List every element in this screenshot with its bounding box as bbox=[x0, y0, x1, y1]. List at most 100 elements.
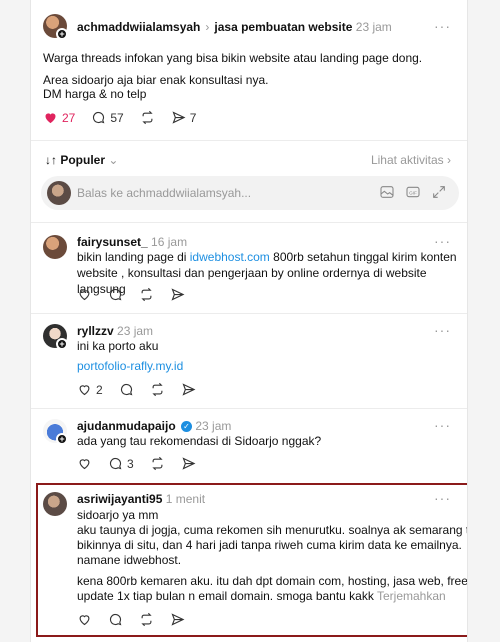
send-icon bbox=[182, 457, 196, 470]
reply-composer[interactable]: Balas ke achmaddwiialamsyah... GIF bbox=[41, 176, 459, 210]
comment-avatar[interactable] bbox=[43, 492, 67, 516]
divider bbox=[31, 313, 467, 314]
comment-text-part: bikin landing page di bbox=[77, 250, 190, 264]
more-icon[interactable]: ··· bbox=[434, 322, 451, 338]
op-line3: DM harga & no telp bbox=[43, 87, 147, 101]
comment-header: asriwijayanti95 1 menit bbox=[77, 492, 205, 506]
more-icon[interactable]: ··· bbox=[434, 233, 451, 249]
op-actions: 27 57 7 bbox=[43, 110, 196, 125]
comment-link[interactable]: idwebhost.com bbox=[190, 250, 270, 264]
like-button[interactable] bbox=[77, 612, 92, 627]
more-icon[interactable]: ··· bbox=[434, 490, 451, 506]
reply-button[interactable]: 57 bbox=[91, 110, 124, 125]
sort-label: ↓↑ Populer bbox=[45, 153, 106, 167]
comment-username[interactable]: ryllzzv bbox=[77, 324, 114, 338]
comment-line4: namane idwebhost. bbox=[77, 553, 182, 567]
comment-icon bbox=[109, 613, 122, 626]
like-button[interactable] bbox=[77, 287, 92, 302]
comment-time: 16 jam bbox=[151, 235, 188, 249]
share-button[interactable] bbox=[181, 456, 196, 471]
share-button[interactable]: 7 bbox=[171, 110, 197, 125]
activity-label: Lihat aktivitas bbox=[370, 153, 444, 167]
share-button[interactable] bbox=[170, 612, 185, 627]
like-button[interactable]: 2 bbox=[77, 382, 103, 397]
repost-button[interactable] bbox=[150, 382, 165, 397]
comment-line2: aku taunya di jogja, cuma rekomen sih me… bbox=[77, 523, 468, 537]
op-topic[interactable]: jasa pembuatan website bbox=[214, 20, 352, 34]
verified-badge-icon: ✓ bbox=[181, 421, 193, 433]
comment-time: 23 jam bbox=[195, 419, 232, 433]
comment-icon bbox=[120, 383, 133, 396]
follow-plus-icon[interactable]: + bbox=[56, 338, 68, 350]
comment-link[interactable]: portofolio-rafly.my.id bbox=[77, 358, 183, 374]
share-button[interactable] bbox=[170, 287, 185, 302]
comment-header: fairysunset_ 16 jam bbox=[77, 235, 187, 249]
comment-line6-text: update 1x tiap bulan n email domain. smo… bbox=[77, 589, 374, 603]
my-avatar bbox=[47, 181, 71, 205]
translate-link[interactable]: Terjemahkan bbox=[377, 589, 446, 603]
repost-icon bbox=[152, 456, 163, 471]
repost-icon bbox=[142, 110, 153, 125]
comment-avatar[interactable] bbox=[43, 235, 67, 259]
comment-line3: bikinnya di situ, dan 4 hari jadi tanpa … bbox=[77, 538, 462, 552]
like-button[interactable]: 27 bbox=[43, 110, 75, 125]
repost-button[interactable] bbox=[150, 456, 165, 471]
repost-icon bbox=[152, 382, 163, 397]
divider bbox=[31, 222, 467, 223]
comment-icon bbox=[93, 111, 105, 124]
comment-actions: 3 bbox=[77, 456, 196, 471]
repost-button[interactable] bbox=[139, 287, 154, 302]
share-button[interactable] bbox=[181, 382, 196, 397]
comment-text: ada yang tau rekomendasi di Sidoarjo ngg… bbox=[77, 434, 322, 448]
comment-actions bbox=[77, 287, 185, 302]
more-icon[interactable]: ··· bbox=[434, 18, 451, 34]
follow-plus-icon[interactable]: + bbox=[56, 433, 68, 445]
heart-icon bbox=[79, 385, 90, 396]
op-username[interactable]: achmaddwiialamsyah bbox=[77, 20, 200, 34]
comment-username[interactable]: ajudanmudapaijo bbox=[77, 419, 176, 433]
comment-line5: kena 800rb kemaren aku. itu dah dpt doma… bbox=[77, 574, 468, 588]
sort-dropdown[interactable]: ↓↑ Populer ⌄ bbox=[45, 153, 118, 167]
send-icon bbox=[171, 288, 185, 301]
comment-text: ini ka porto aku bbox=[77, 339, 159, 353]
reply-count: 3 bbox=[127, 456, 134, 471]
divider bbox=[31, 408, 467, 409]
reply-button[interactable] bbox=[119, 382, 134, 397]
send-icon bbox=[172, 111, 186, 124]
chevron-down-icon: ⌄ bbox=[108, 153, 119, 167]
comment-username[interactable]: asriwijayanti95 bbox=[77, 492, 162, 506]
like-count: 27 bbox=[62, 110, 76, 125]
reply-tools: GIF bbox=[379, 184, 447, 200]
heart-icon bbox=[79, 459, 90, 470]
reply-button[interactable] bbox=[108, 612, 123, 627]
comment-line1: sidoarjo ya mm bbox=[77, 508, 159, 522]
expand-icon[interactable] bbox=[431, 184, 447, 200]
image-icon[interactable] bbox=[379, 184, 395, 200]
send-icon bbox=[182, 383, 196, 396]
op-time: 23 jam bbox=[355, 20, 392, 34]
comment-icon bbox=[109, 288, 122, 301]
heart-filled-icon bbox=[45, 113, 56, 124]
repost-button[interactable] bbox=[139, 612, 154, 627]
more-icon[interactable]: ··· bbox=[434, 417, 451, 433]
comment-header: ajudanmudapaijo ✓ 23 jam bbox=[77, 419, 231, 433]
activity-link[interactable]: Lihat aktivitas › bbox=[371, 153, 451, 167]
op-header: achmaddwiialamsyah › jasa pembuatan websit… bbox=[77, 20, 392, 34]
gif-icon[interactable]: GIF bbox=[405, 184, 421, 200]
reply-button[interactable] bbox=[108, 287, 123, 302]
share-count: 7 bbox=[189, 110, 197, 125]
reply-button[interactable]: 3 bbox=[108, 456, 134, 471]
comment-actions: 2 bbox=[77, 382, 196, 397]
comment-header: ryllzzv 23 jam bbox=[77, 324, 153, 338]
heart-icon bbox=[79, 290, 90, 301]
comment-username[interactable]: fairysunset_ bbox=[77, 235, 148, 249]
follow-plus-icon[interactable]: + bbox=[56, 28, 68, 40]
repost-icon bbox=[141, 612, 152, 627]
repost-button[interactable] bbox=[140, 110, 155, 125]
comment-text-part: 800rb setahun tinggal kirim konten bbox=[269, 250, 457, 264]
like-button[interactable] bbox=[77, 456, 92, 471]
reply-count: 57 bbox=[110, 110, 124, 125]
comment-text: bikin landing page di idwebhost.com 800r… bbox=[77, 249, 457, 265]
comment-actions bbox=[77, 612, 185, 627]
reply-input[interactable]: Balas ke achmaddwiialamsyah... bbox=[77, 186, 251, 200]
